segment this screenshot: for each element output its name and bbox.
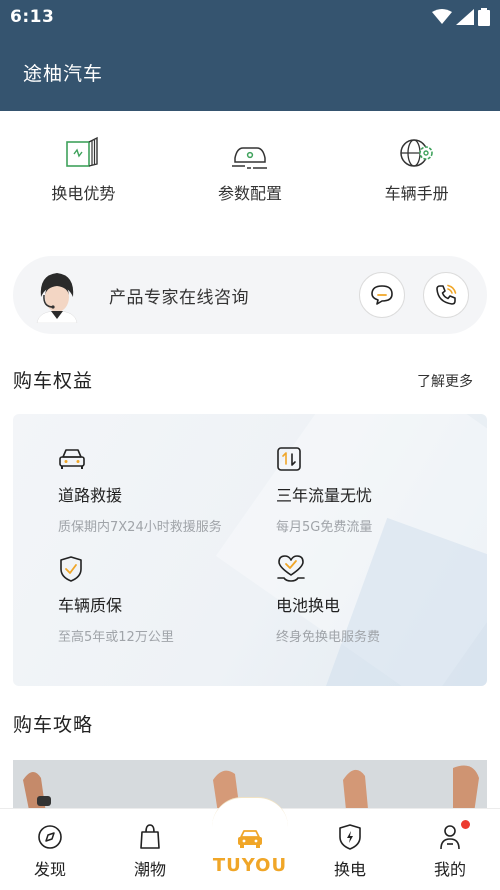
app-header: 途柚汽车	[0, 34, 500, 111]
bottom-tab-bar: 发现 潮物 TUYOU 换电 我的	[0, 797, 500, 890]
learn-more-link[interactable]: 了解更多	[417, 371, 473, 391]
person-icon	[440, 825, 460, 850]
data-traffic-icon	[277, 447, 301, 471]
heart-battery-icon	[277, 555, 305, 582]
app-title: 途柚汽车	[23, 63, 104, 85]
benefits-card: 道路救援 质保期内7X24小时救援服务 三年流量无忧 每月5G免费流量 车辆质保…	[13, 414, 487, 686]
benefit-desc: 质保期内7X24小时救援服务	[58, 520, 222, 535]
chat-bubble-icon	[371, 285, 393, 305]
expert-avatar	[31, 267, 83, 323]
benefit-desc: 每月5G免费流量	[276, 520, 373, 535]
benefit-road-rescue[interactable]: 道路救援 质保期内7X24小时救援服务	[58, 444, 258, 535]
quick-nav-label: 参数配置	[218, 184, 283, 203]
tab-label: 换电	[333, 860, 366, 879]
tab-label: 我的	[433, 860, 466, 879]
notification-badge	[461, 820, 470, 829]
status-bar: 6:13	[0, 0, 500, 34]
system-icons	[432, 8, 490, 26]
benefits-title: 购车权益	[13, 370, 94, 392]
tab-battery-swap[interactable]: 换电	[300, 809, 400, 890]
tab-home-tuyou[interactable]: TUYOU	[200, 797, 300, 890]
guide-title: 购车攻略	[13, 714, 94, 736]
benefit-title: 道路救援	[58, 486, 123, 505]
tab-label: 潮物	[133, 860, 166, 879]
quick-nav-manual[interactable]: 车辆手册	[333, 130, 500, 220]
benefit-battery-swap[interactable]: 电池换电 终身免换电服务费	[276, 554, 476, 645]
benefit-title: 电池换电	[276, 596, 341, 615]
benefit-data-traffic[interactable]: 三年流量无忧 每月5G免费流量	[276, 444, 476, 535]
phone-icon	[436, 284, 457, 305]
expert-consult-bar[interactable]: 产品专家在线咨询	[13, 256, 487, 334]
quick-nav-label: 车辆手册	[384, 184, 449, 203]
tab-label: 发现	[33, 860, 66, 879]
lightning-shield-icon	[339, 824, 361, 850]
brand-logo-text: TUYOU	[212, 855, 288, 876]
quick-nav-battery-swap[interactable]: 换电优势	[0, 130, 167, 220]
tab-trends[interactable]: 潮物	[100, 809, 200, 890]
tab-discover[interactable]: 发现	[0, 809, 100, 890]
quick-nav-params[interactable]: 参数配置	[167, 130, 334, 220]
tab-mine[interactable]: 我的	[400, 809, 500, 890]
consult-text: 产品专家在线咨询	[109, 287, 249, 308]
chat-button[interactable]	[359, 272, 405, 318]
battery-icon	[478, 8, 490, 26]
globe-gear-icon	[399, 139, 433, 167]
compass-icon	[38, 825, 62, 849]
quick-nav: 换电优势 参数配置 车辆手册	[0, 130, 500, 220]
shield-check-icon	[60, 556, 82, 582]
benefit-desc: 终身免换电服务费	[276, 630, 381, 645]
shopping-bag-icon	[140, 824, 160, 849]
wifi-icon	[432, 9, 452, 24]
car-rescue-icon	[59, 449, 85, 469]
quick-nav-label: 换电优势	[51, 184, 116, 203]
car-params-icon	[232, 147, 267, 169]
benefit-desc: 至高5年或12万公里	[58, 630, 174, 645]
benefit-title: 三年流量无忧	[276, 486, 373, 505]
phone-button[interactable]	[423, 272, 469, 318]
benefit-title: 车辆质保	[58, 596, 123, 615]
battery-swap-icon	[66, 136, 99, 167]
signal-icon	[456, 9, 474, 25]
car-home-icon	[238, 830, 262, 848]
status-time: 6:13	[10, 7, 55, 27]
benefit-warranty[interactable]: 车辆质保 至高5年或12万公里	[58, 554, 258, 645]
